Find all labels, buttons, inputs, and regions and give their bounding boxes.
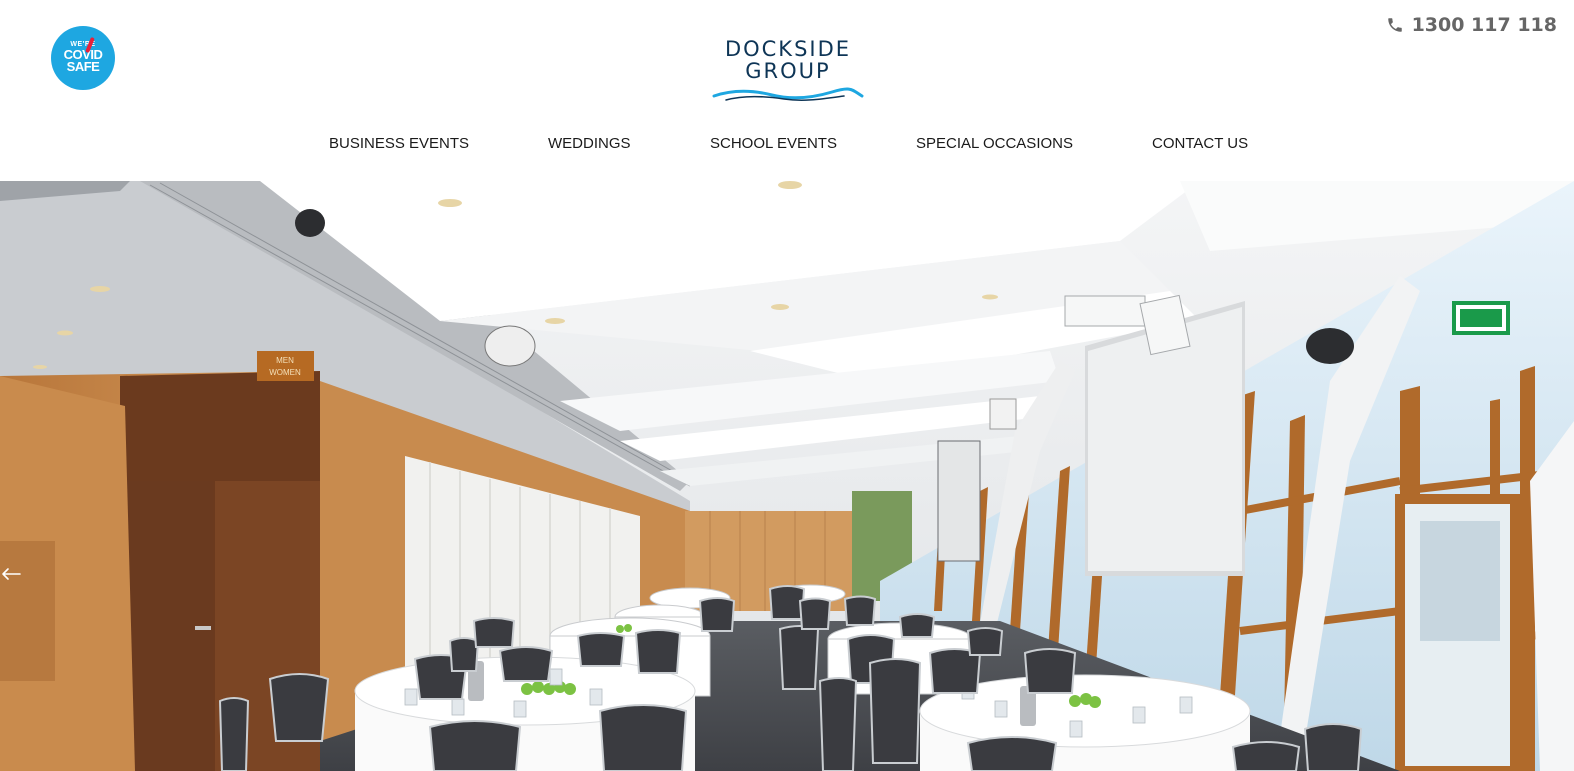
- covid-safe-badge[interactable]: WE'RE COVID SAFE: [51, 26, 115, 90]
- nav-special-occasions[interactable]: SPECIAL OCCASIONS: [916, 135, 1073, 152]
- phone-icon: [1387, 18, 1402, 32]
- arrow-left-icon[interactable]: [0, 567, 22, 581]
- dockside-group-logo[interactable]: DOCKSIDE GROUP: [712, 38, 864, 106]
- phone-contact[interactable]: 1300 117 118: [1386, 14, 1557, 36]
- nav-school-events[interactable]: SCHOOL EVENTS: [710, 135, 837, 152]
- restroom-sign-text: MEN: [276, 356, 294, 365]
- covid-badge-line2: SAFE: [66, 59, 100, 74]
- nav-contact-us[interactable]: CONTACT US: [1152, 135, 1248, 152]
- nav-weddings[interactable]: WEDDINGS: [548, 135, 631, 152]
- logo-line1: DOCKSIDE: [724, 37, 852, 61]
- nav-business-events[interactable]: BUSINESS EVENTS: [329, 135, 469, 152]
- svg-text:WOMEN: WOMEN: [269, 368, 301, 377]
- hero-venue-image: MEN WOMEN: [0, 181, 1574, 771]
- logo-line2: GROUP: [745, 59, 831, 83]
- venue-room-illustration: MEN WOMEN: [0, 181, 1574, 771]
- site-header: WE'RE COVID SAFE DOCKSIDE GROUP 1300 117…: [0, 0, 1574, 181]
- logo-wave-icon: [712, 87, 864, 101]
- phone-number: 1300 117 118: [1411, 14, 1557, 36]
- main-nav: BUSINESS EVENTS WEDDINGS SCHOOL EVENTS S…: [0, 135, 1574, 157]
